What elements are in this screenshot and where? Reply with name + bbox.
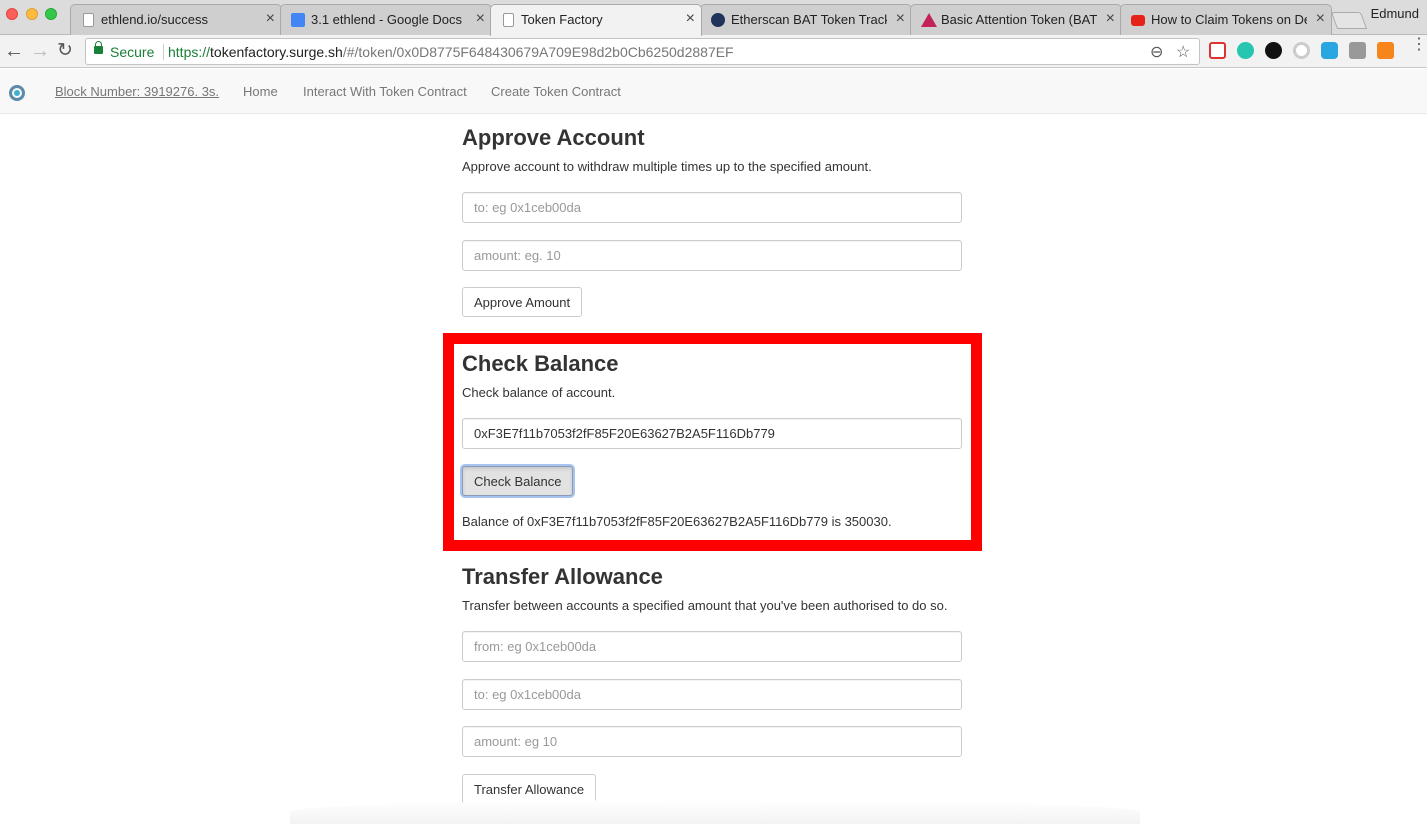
transfer-amount-input[interactable] (462, 726, 962, 757)
google-docs-icon (291, 13, 305, 27)
nav-home-link[interactable]: Home (243, 84, 278, 99)
extension-bird-icon[interactable] (1321, 42, 1338, 59)
close-icon[interactable]: × (896, 10, 905, 28)
approve-account-section: Approve Account Approve account to withd… (462, 124, 962, 324)
tab-etherscan[interactable]: Etherscan BAT Token Track × (700, 4, 912, 35)
close-icon[interactable]: × (476, 10, 485, 28)
check-balance-section: Check Balance Check balance of account. … (462, 350, 962, 540)
divider (163, 44, 164, 60)
balance-address-input[interactable] (462, 418, 962, 449)
page-icon (83, 13, 94, 27)
tab-title: Token Factory (521, 12, 603, 27)
extension-1password-icon[interactable] (1265, 42, 1282, 59)
etherscan-icon (711, 13, 725, 27)
transfer-allowance-button[interactable]: Transfer Allowance (462, 774, 597, 804)
extension-m-icon[interactable] (1237, 42, 1254, 59)
zoom-icon[interactable]: ⊖ (1150, 42, 1163, 62)
lock-icon (94, 41, 103, 54)
youtube-icon (1131, 15, 1145, 26)
tab-youtube[interactable]: How to Claim Tokens on De × (1120, 4, 1332, 35)
tab-title: How to Claim Tokens on De (1151, 12, 1307, 27)
approve-amount-input[interactable] (462, 240, 962, 271)
browser-toolbar: ← → ↻ Secure https://tokenfactory.surge.… (0, 35, 1427, 68)
balance-result-text: Balance of 0xF3E7f11b7053f2fF85F20E63627… (462, 514, 892, 529)
transfer-description: Transfer between accounts a specified am… (462, 598, 948, 613)
tab-title: 3.1 ethlend - Google Docs (311, 12, 463, 27)
extension-puzzle-icon[interactable] (1349, 42, 1366, 59)
bookmark-star-icon[interactable]: ☆ (1176, 42, 1190, 62)
tab-google-docs[interactable]: 3.1 ethlend - Google Docs × (280, 4, 492, 35)
block-number-link[interactable]: Block Number: 3919276. 3s. (55, 84, 219, 99)
back-arrow-icon[interactable]: ← (4, 39, 24, 63)
transfer-allowance-section: Transfer Allowance Transfer between acco… (462, 563, 962, 808)
approve-to-input[interactable] (462, 192, 962, 223)
nav-interact-link[interactable]: Interact With Token Contract (303, 84, 467, 99)
tab-title: Etherscan BAT Token Track (731, 12, 887, 27)
tab-token-factory[interactable]: Token Factory × (490, 4, 702, 36)
close-icon[interactable]: × (266, 10, 275, 28)
bottom-shadow (290, 800, 1140, 824)
url-text: https://tokenfactory.surge.sh/#/token/0x… (168, 44, 734, 60)
transfer-title: Transfer Allowance (462, 564, 663, 589)
tab-title: Basic Attention Token (BAT (941, 12, 1097, 27)
transfer-from-input[interactable] (462, 631, 962, 662)
menu-kebab-icon[interactable]: ⋮ (1411, 37, 1427, 53)
new-tab-button[interactable] (1330, 12, 1368, 29)
close-window-button[interactable] (6, 8, 18, 20)
close-icon[interactable]: × (1106, 10, 1115, 28)
reload-icon[interactable]: ↻ (57, 39, 73, 63)
transfer-to-input[interactable] (462, 679, 962, 710)
maximize-window-button[interactable] (45, 8, 57, 20)
metamask-fox-icon[interactable] (1377, 42, 1394, 59)
page-icon (503, 13, 514, 27)
tab-basic-attention-token[interactable]: Basic Attention Token (BAT × (910, 4, 1122, 35)
nav-create-link[interactable]: Create Token Contract (491, 84, 621, 99)
check-balance-button[interactable]: Check Balance (462, 466, 574, 496)
site-navbar: Block Number: 3919276. 3s. Home Interact… (0, 69, 1427, 114)
approve-title: Approve Account (462, 125, 645, 150)
bat-icon (921, 13, 937, 27)
extension-circle-icon[interactable] (1293, 42, 1310, 59)
check-balance-description: Check balance of account. (462, 385, 616, 400)
secure-label: Secure (110, 44, 155, 60)
minimize-window-button[interactable] (26, 8, 38, 20)
approve-amount-button[interactable]: Approve Amount (462, 287, 583, 317)
url-path: /#/token/0x0D8775F648430679A709E98d2b0Cb… (342, 44, 734, 60)
tab-strip: ethlend.io/success × 3.1 ethlend - Googl… (0, 0, 1427, 36)
app-logo-icon[interactable] (9, 85, 25, 101)
tab-ethlend-success[interactable]: ethlend.io/success × (70, 4, 282, 35)
extension-health-icon[interactable] (1209, 42, 1226, 59)
check-balance-title: Check Balance (462, 351, 619, 376)
forward-arrow-icon[interactable]: → (30, 39, 50, 63)
close-icon[interactable]: × (1316, 10, 1325, 28)
address-bar[interactable]: Secure https://tokenfactory.surge.sh/#/t… (85, 38, 1200, 65)
profile-name[interactable]: Edmund (1371, 6, 1419, 21)
tab-title: ethlend.io/success (101, 12, 208, 27)
url-host: tokenfactory.surge.sh (210, 44, 343, 60)
url-scheme: https:// (168, 44, 211, 60)
close-icon[interactable]: × (686, 10, 695, 28)
approve-description: Approve account to withdraw multiple tim… (462, 159, 872, 174)
